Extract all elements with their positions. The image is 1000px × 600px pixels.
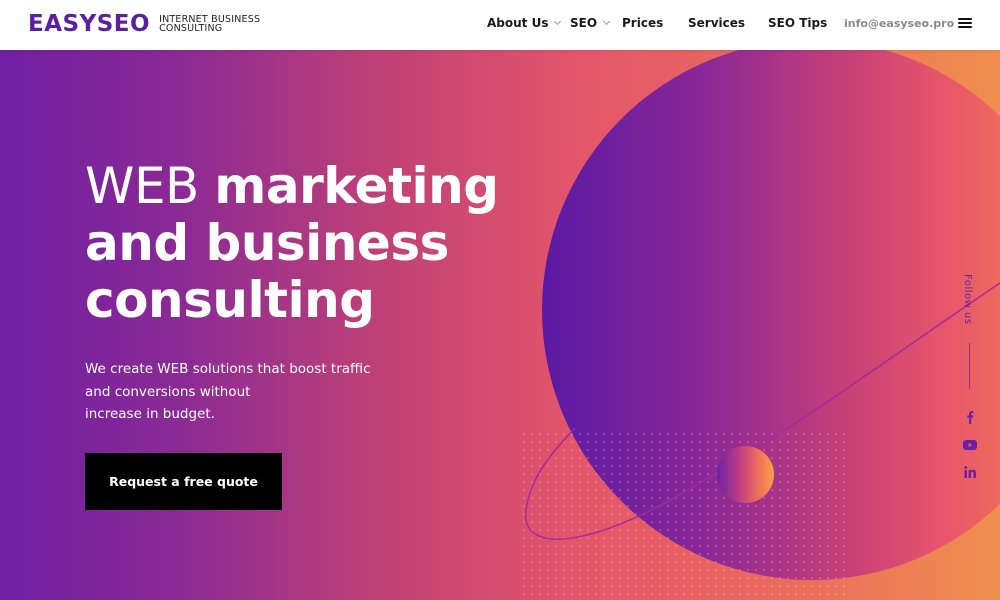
- headline-consulting: consulting: [85, 271, 375, 329]
- subtext-line: increase in budget.: [85, 406, 215, 422]
- headline-and-business: and business: [85, 214, 449, 272]
- chevron-down-icon: [603, 17, 611, 26]
- hero-headline: WEB marketing and business consulting: [85, 158, 499, 329]
- nav-item-seo-tips[interactable]: SEO Tips: [768, 15, 827, 31]
- nav-item-about-us[interactable]: About Us: [487, 15, 562, 31]
- nav-item-seo[interactable]: SEO: [570, 15, 611, 31]
- youtube-icon[interactable]: [962, 438, 978, 452]
- follow-divider: [969, 343, 970, 389]
- hero-subtext: We create WEB solutions that boost traff…: [85, 358, 375, 426]
- hero-section: WEB marketing and business consulting We…: [0, 50, 1000, 600]
- facebook-icon[interactable]: [962, 410, 978, 424]
- hamburger-menu-icon[interactable]: [958, 18, 972, 28]
- nav-label: About Us: [487, 16, 549, 30]
- subtext-line: We create WEB solutions that boost traff…: [85, 361, 371, 377]
- follow-us-label: Follow us: [962, 274, 973, 325]
- request-quote-button[interactable]: Request a free quote: [85, 453, 282, 510]
- chevron-down-icon: [554, 17, 562, 26]
- linkedin-icon[interactable]: [962, 465, 978, 479]
- headline-web: WEB: [85, 157, 199, 215]
- site-header: EASYSEO INTERNET BUSINESS CONSULTING Abo…: [0, 0, 1000, 50]
- nav-label: Prices: [622, 16, 664, 30]
- nav-item-prices[interactable]: Prices: [622, 15, 663, 31]
- nav-label: SEO: [570, 16, 598, 30]
- nav-label: SEO Tips: [768, 16, 828, 30]
- nav-item-services[interactable]: Services: [688, 15, 745, 31]
- moon-decoration: [717, 446, 774, 503]
- email-link[interactable]: info@easyseo.pro: [844, 15, 954, 32]
- headline-marketing: marketing: [214, 157, 499, 215]
- nav-label: Services: [688, 16, 746, 30]
- subtext-line: and conversions without: [85, 383, 251, 400]
- main-nav: About Us SEO Prices Services SEO Tips in…: [0, 15, 1000, 35]
